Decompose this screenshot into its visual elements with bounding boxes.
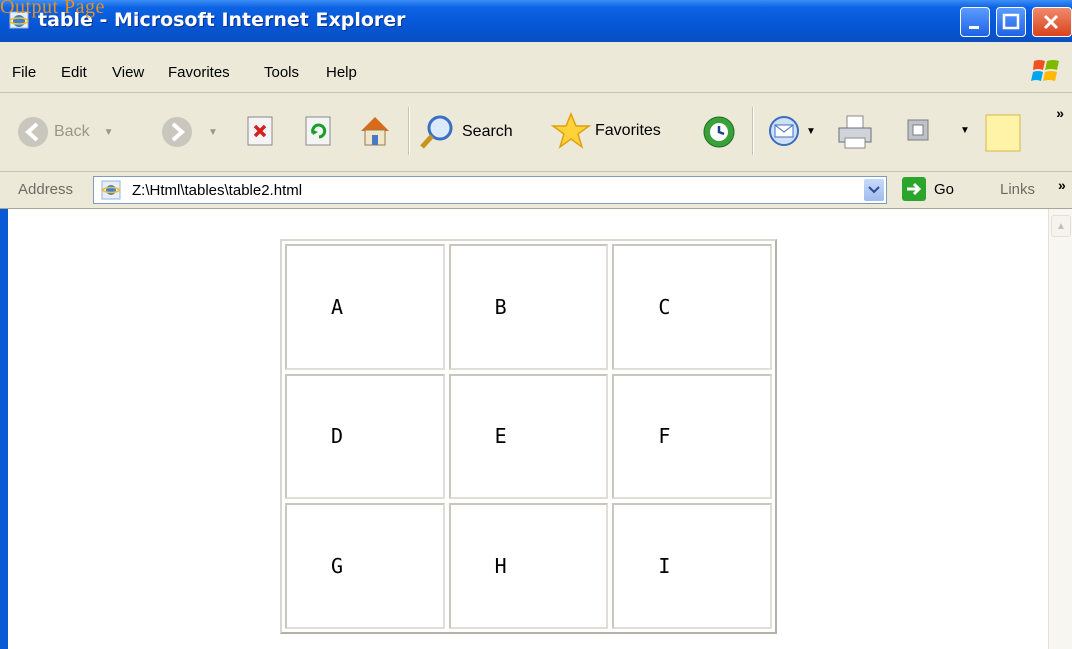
- overlay-caption: Output Page: [0, 0, 105, 18]
- chevron-down-icon: [868, 186, 880, 194]
- menu-tools[interactable]: Tools: [264, 64, 299, 81]
- stop-icon: [247, 116, 273, 146]
- go-button[interactable]: Go: [902, 177, 954, 201]
- table-cell: C: [612, 244, 772, 370]
- toolbar-more-chevron-icon[interactable]: »: [1056, 105, 1064, 121]
- mail-icon: [769, 116, 799, 146]
- minimize-button[interactable]: [960, 7, 990, 37]
- toolbar-separator: [752, 107, 754, 155]
- notes-button[interactable]: [984, 113, 1022, 153]
- table-cell: E: [448, 373, 609, 500]
- back-button[interactable]: Back ▼: [16, 115, 113, 149]
- links-button[interactable]: Links: [1000, 181, 1035, 198]
- menu-bar: File Edit View Favorites Tools Help: [0, 42, 1072, 93]
- maximize-button[interactable]: [996, 7, 1026, 37]
- home-button[interactable]: [357, 113, 393, 149]
- back-dropdown-icon[interactable]: ▼: [104, 127, 114, 138]
- standard-toolbar: Back ▼ ▼ Search Favorites ▼ ▼ »: [0, 93, 1072, 172]
- toolbar-separator: [408, 107, 410, 155]
- table-cell: G: [285, 503, 445, 629]
- favorites-star-icon: [551, 112, 591, 149]
- edit-dropdown-icon[interactable]: ▼: [960, 125, 970, 136]
- title-bar[interactable]: table - Microsoft Internet Explorer: [0, 0, 1072, 42]
- menu-favorites[interactable]: Favorites: [168, 64, 230, 81]
- windows-logo-icon: [1031, 60, 1059, 81]
- browser-window: table - Microsoft Internet Explorer Outp…: [0, 0, 1072, 649]
- refresh-icon: [305, 116, 331, 146]
- table-cell: I: [612, 503, 772, 629]
- print-icon: [838, 115, 872, 149]
- back-label: Back: [54, 123, 90, 140]
- history-icon: [703, 116, 735, 148]
- menu-edit[interactable]: Edit: [61, 64, 87, 81]
- search-button[interactable]: Search: [418, 113, 513, 151]
- mail-button[interactable]: ▼: [766, 113, 816, 149]
- refresh-button[interactable]: [303, 115, 335, 147]
- address-value: Z:\Html\tables\table2.html: [132, 182, 303, 199]
- favorites-button[interactable]: Favorites: [551, 111, 661, 151]
- menu-help[interactable]: Help: [326, 64, 357, 81]
- forward-dropdown-icon[interactable]: ▼: [208, 127, 218, 138]
- table-cell: A: [285, 244, 445, 370]
- minimize-icon: [969, 26, 979, 29]
- favorites-label: Favorites: [595, 122, 661, 139]
- page-ie-icon: [101, 180, 121, 200]
- table-cell: B: [448, 244, 609, 370]
- page-content: A B C D E F G H I: [8, 209, 1048, 649]
- scroll-up-button[interactable]: ▲: [1051, 215, 1071, 237]
- sticky-note-icon: [985, 114, 1021, 152]
- maximize-icon: [1002, 13, 1020, 30]
- address-dropdown-button[interactable]: [864, 179, 884, 201]
- address-input[interactable]: Z:\Html\tables\table2.html: [93, 176, 887, 204]
- go-label: Go: [934, 180, 955, 198]
- print-button[interactable]: [835, 113, 875, 151]
- address-bar: Address Z:\Html\tables\table2.html Go Li…: [0, 172, 1072, 209]
- go-arrow-icon: [902, 177, 926, 201]
- mail-dropdown-icon[interactable]: ▼: [806, 126, 816, 137]
- address-label: Address: [18, 181, 74, 198]
- vertical-scrollbar[interactable]: ▲: [1048, 209, 1072, 649]
- html-table: A B C D E F G H I: [280, 239, 777, 634]
- edit-page-button[interactable]: ▼: [904, 115, 970, 145]
- search-icon: [420, 115, 453, 149]
- stop-button[interactable]: [245, 115, 277, 147]
- history-button[interactable]: [700, 113, 738, 151]
- table-cell: H: [448, 503, 609, 629]
- forward-arrow-icon: [162, 117, 192, 147]
- links-chevron-icon[interactable]: »: [1058, 177, 1066, 193]
- home-icon: [361, 117, 389, 146]
- close-icon: [1043, 14, 1059, 30]
- table-cell: F: [612, 373, 772, 500]
- back-arrow-icon: [18, 117, 48, 147]
- close-button[interactable]: [1032, 7, 1072, 37]
- table-cell: D: [285, 373, 445, 500]
- forward-button[interactable]: ▼: [160, 115, 218, 149]
- menu-view[interactable]: View: [112, 64, 144, 81]
- menu-file[interactable]: File: [12, 64, 36, 81]
- edit-page-icon: [907, 119, 929, 141]
- search-label: Search: [462, 123, 513, 140]
